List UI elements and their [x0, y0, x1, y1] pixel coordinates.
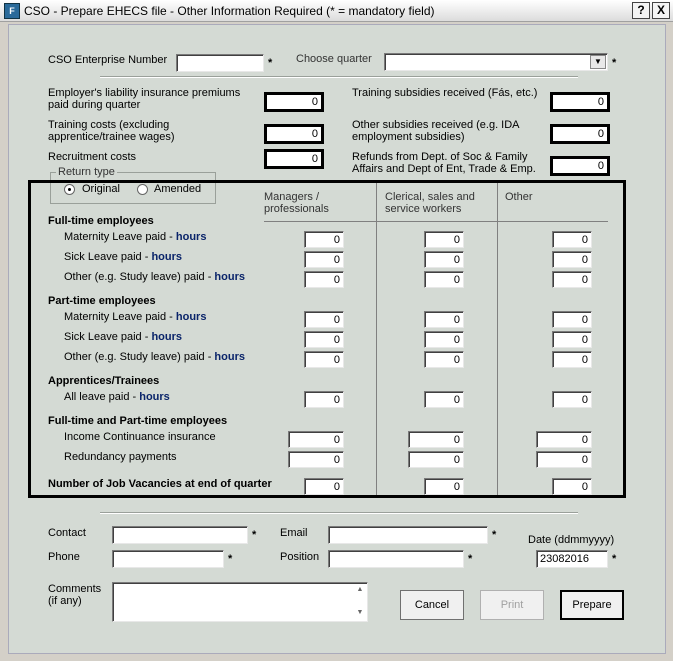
col-header-managers: Managers / professionals — [264, 191, 329, 215]
app-all-managers[interactable]: 0 — [304, 391, 344, 408]
contact-input[interactable] — [112, 526, 248, 544]
liability-label: Employer's liability insurance premiums … — [48, 87, 241, 111]
header-divider — [264, 221, 608, 222]
pt-sick-other[interactable]: 0 — [552, 331, 592, 348]
training-subsidies-input[interactable]: 0 — [550, 92, 610, 112]
ft-other-clerical[interactable]: 0 — [424, 271, 464, 288]
col-header-clerical: Clerical, sales and service workers — [385, 191, 475, 215]
enterprise-number-input[interactable] — [176, 54, 264, 72]
email-label: Email — [280, 527, 308, 539]
pt-other-clerical[interactable]: 0 — [424, 351, 464, 368]
ft-sick-label: Sick Leave paid - hours — [64, 251, 182, 263]
chevron-down-icon[interactable]: ▼ — [590, 55, 606, 69]
app-all-other[interactable]: 0 — [552, 391, 592, 408]
ft-maternity-label: Maternity Leave paid - hours — [64, 231, 207, 243]
cancel-button[interactable]: Cancel — [400, 590, 464, 620]
pt-sick-clerical[interactable]: 0 — [424, 331, 464, 348]
column-divider — [497, 183, 498, 495]
mandatory-star: * — [468, 553, 473, 565]
pt-maternity-clerical[interactable]: 0 — [424, 311, 464, 328]
app-icon: F — [4, 3, 20, 19]
ft-maternity-clerical[interactable]: 0 — [424, 231, 464, 248]
comments-textarea[interactable] — [112, 582, 368, 622]
choose-quarter-label: Choose quarter — [296, 53, 372, 65]
income-other[interactable]: 0 — [536, 431, 592, 448]
scroll-up-icon[interactable]: ▲ — [354, 584, 366, 596]
income-managers[interactable]: 0 — [288, 431, 344, 448]
refunds-label: Refunds from Dept. of Soc & Family Affai… — [352, 151, 536, 175]
training-subsidies-label: Training subsidies received (Fás, etc.) — [352, 87, 538, 99]
income-clerical[interactable]: 0 — [408, 431, 464, 448]
ft-pt-title: Full-time and Part-time employees — [48, 415, 228, 427]
vacancies-label: Number of Job Vacancies at end of quarte… — [48, 478, 272, 490]
pt-maternity-managers[interactable]: 0 — [304, 311, 344, 328]
email-input[interactable] — [328, 526, 488, 544]
column-divider — [376, 183, 377, 495]
enterprise-number-label: CSO Enterprise Number — [48, 54, 168, 66]
redundancy-label: Redundancy payments — [64, 451, 177, 463]
ft-other-other[interactable]: 0 — [552, 271, 592, 288]
scroll-down-icon[interactable]: ▼ — [354, 607, 366, 619]
contact-label: Contact — [48, 527, 86, 539]
phone-label: Phone — [48, 551, 80, 563]
comments-label: Comments (if any) — [48, 583, 102, 607]
quarter-select[interactable] — [384, 53, 608, 71]
separator — [100, 512, 578, 514]
col-header-other: Other — [505, 191, 533, 203]
pt-other-other[interactable]: 0 — [552, 351, 592, 368]
pt-other-managers[interactable]: 0 — [304, 351, 344, 368]
mandatory-star: * — [612, 553, 617, 565]
ft-sick-other[interactable]: 0 — [552, 251, 592, 268]
mandatory-star: * — [252, 529, 257, 541]
vacancies-clerical[interactable]: 0 — [424, 478, 464, 495]
mandatory-star: * — [492, 529, 497, 541]
redundancy-clerical[interactable]: 0 — [408, 451, 464, 468]
return-type-legend: Return type — [56, 166, 117, 178]
ft-sick-clerical[interactable]: 0 — [424, 251, 464, 268]
vacancies-managers[interactable]: 0 — [304, 478, 344, 495]
phone-input[interactable] — [112, 550, 224, 568]
pt-sick-label: Sick Leave paid - hours — [64, 331, 182, 343]
ft-other-leave-label: Other (e.g. Study leave) paid - hours — [64, 271, 245, 283]
apprentices-title: Apprentices/Trainees — [48, 375, 160, 387]
pt-sick-managers[interactable]: 0 — [304, 331, 344, 348]
window-title: CSO - Prepare EHECS file - Other Informa… — [24, 4, 435, 18]
position-input[interactable] — [328, 550, 464, 568]
app-all-clerical[interactable]: 0 — [424, 391, 464, 408]
separator — [100, 76, 578, 78]
print-button[interactable]: Print — [480, 590, 544, 620]
app-all-leave-label: All leave paid - hours — [64, 391, 170, 403]
date-input[interactable]: 23082016 — [536, 550, 608, 568]
close-button[interactable]: X — [652, 2, 670, 19]
help-button[interactable]: ? — [632, 2, 650, 19]
income-label: Income Continuance insurance — [64, 431, 216, 443]
redundancy-managers[interactable]: 0 — [288, 451, 344, 468]
vacancies-other[interactable]: 0 — [552, 478, 592, 495]
date-label: Date (ddmmyyyy) — [528, 534, 615, 546]
other-subsidies-label: Other subsidies received (e.g. IDA emplo… — [352, 119, 519, 143]
pt-maternity-other[interactable]: 0 — [552, 311, 592, 328]
ft-sick-managers[interactable]: 0 — [304, 251, 344, 268]
mandatory-star: * — [612, 57, 617, 69]
recruitment-input[interactable]: 0 — [264, 149, 324, 169]
recruitment-label: Recruitment costs — [48, 151, 137, 163]
mandatory-star: * — [228, 553, 233, 565]
pt-maternity-label: Maternity Leave paid - hours — [64, 311, 207, 323]
fulltime-title: Full-time employees — [48, 215, 154, 227]
mandatory-star: * — [268, 57, 273, 69]
liability-input[interactable]: 0 — [264, 92, 324, 112]
redundancy-other[interactable]: 0 — [536, 451, 592, 468]
prepare-button[interactable]: Prepare — [560, 590, 624, 620]
training-costs-label: Training costs (excluding apprentice/tra… — [48, 119, 175, 143]
ft-maternity-managers[interactable]: 0 — [304, 231, 344, 248]
ft-other-managers[interactable]: 0 — [304, 271, 344, 288]
ft-maternity-other[interactable]: 0 — [552, 231, 592, 248]
refunds-input[interactable]: 0 — [550, 156, 610, 176]
pt-other-leave-label: Other (e.g. Study leave) paid - hours — [64, 351, 245, 363]
other-subsidies-input[interactable]: 0 — [550, 124, 610, 144]
position-label: Position — [280, 551, 320, 563]
parttime-title: Part-time employees — [48, 295, 156, 307]
training-costs-input[interactable]: 0 — [264, 124, 324, 144]
